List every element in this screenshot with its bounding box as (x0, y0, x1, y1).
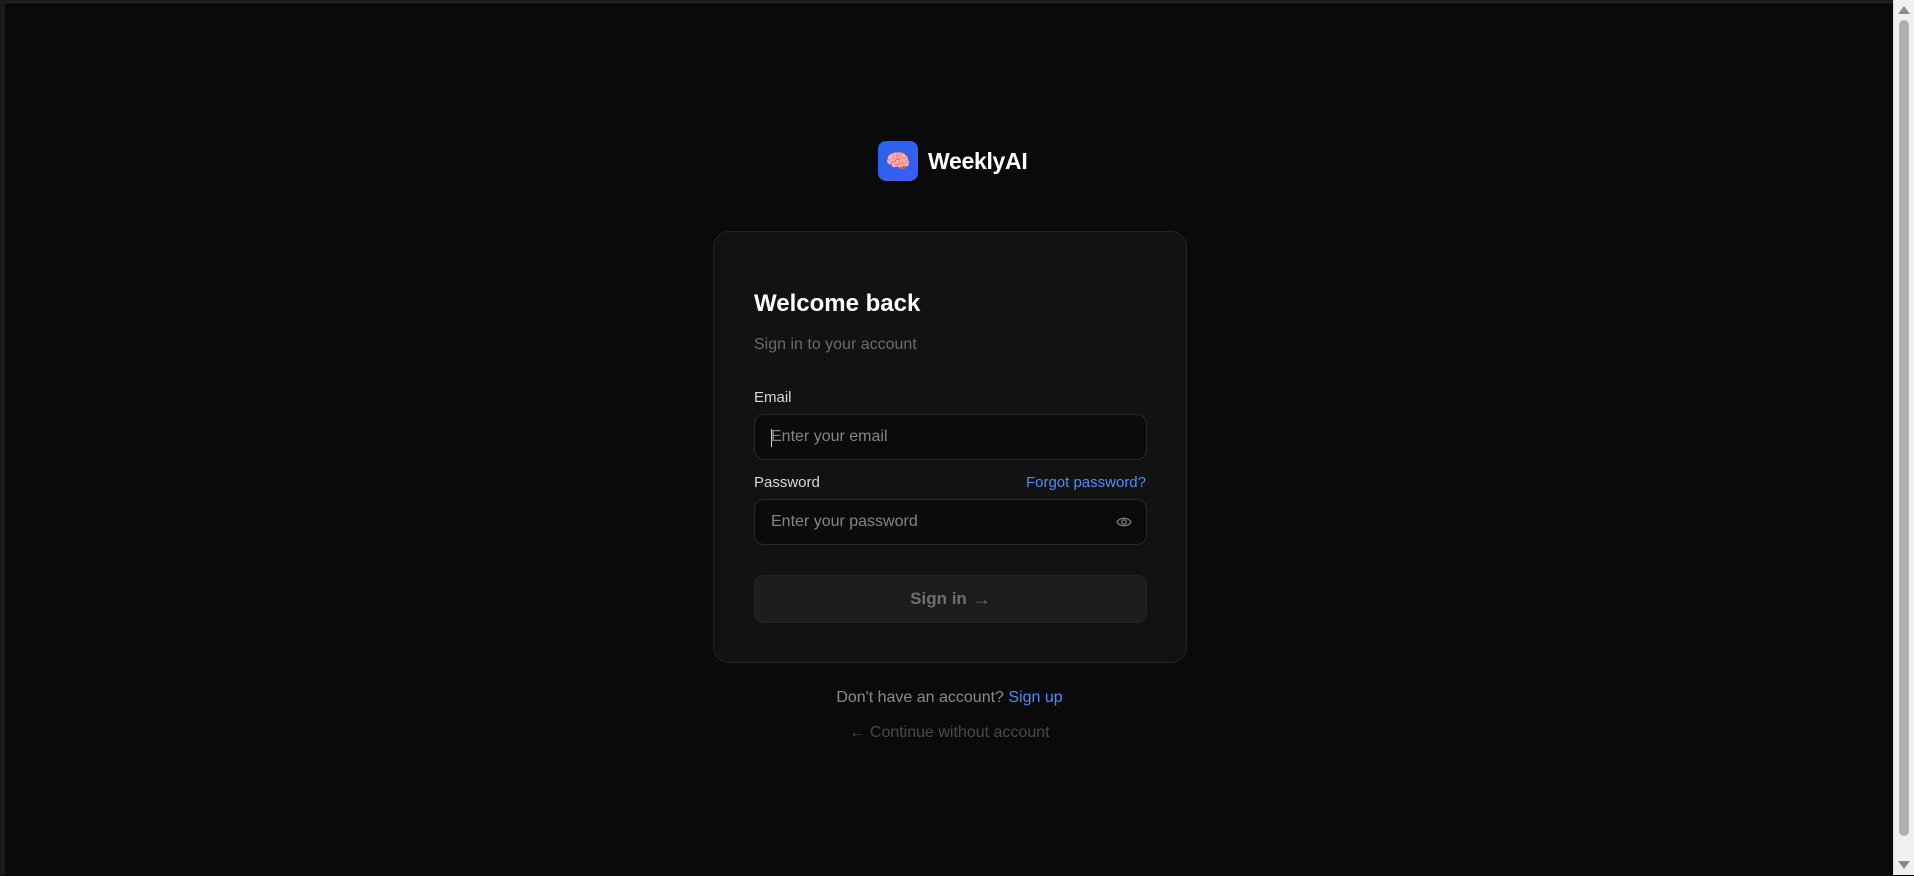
scroll-down-icon[interactable] (1898, 861, 1910, 869)
brand-name: WeeklyAI (928, 147, 1028, 174)
login-card: Welcome back Sign in to your account Ema… (713, 231, 1187, 663)
sign-in-label: Sign in (910, 589, 967, 608)
page-viewport: 🧠 WeeklyAI Welcome back Sign in to your … (5, 2, 1894, 876)
forgot-password-link[interactable]: Forgot password? (1026, 474, 1146, 491)
sign-up-link[interactable]: Sign up (1008, 689, 1062, 706)
arrow-right-icon: → (972, 588, 991, 609)
sign-in-button[interactable]: Sign in → (754, 575, 1147, 623)
brain-icon: 🧠 (878, 141, 918, 181)
brand-logo-glyph: 🧠 (885, 150, 911, 173)
password-label: Password (754, 474, 820, 491)
continue-without-account-link[interactable]: ← Continue without account (5, 724, 1894, 742)
scroll-thumb[interactable] (1899, 20, 1909, 836)
brand-header: 🧠 WeeklyAI (878, 141, 1028, 181)
eye-icon[interactable] (1116, 516, 1132, 528)
password-field[interactable] (754, 499, 1147, 545)
email-field[interactable] (754, 414, 1147, 460)
email-label: Email (754, 389, 792, 406)
scroll-up-icon[interactable] (1898, 6, 1910, 14)
signup-prompt: Don't have an account? Sign up (5, 689, 1894, 707)
page-subtitle: Sign in to your account (754, 336, 917, 353)
page-title: Welcome back (754, 290, 921, 317)
signup-prompt-text: Don't have an account? (836, 689, 1004, 706)
vertical-scrollbar[interactable] (1893, 0, 1914, 875)
text-caret (771, 429, 772, 447)
